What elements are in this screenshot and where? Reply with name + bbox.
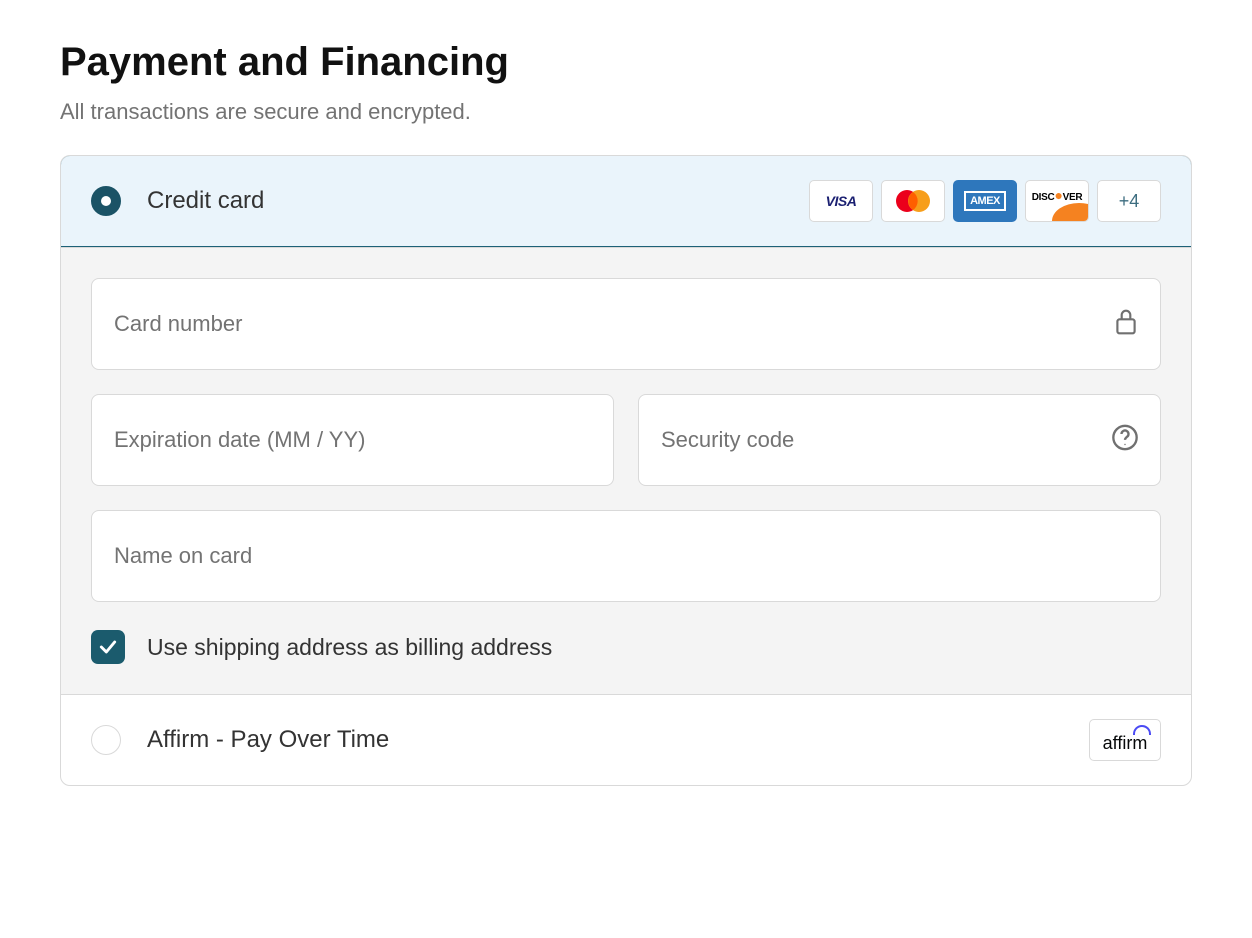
- security-code-field-wrapper: [638, 394, 1161, 486]
- billing-same-as-shipping[interactable]: Use shipping address as billing address: [91, 630, 1161, 664]
- card-number-field-wrapper: [91, 278, 1161, 370]
- radio-credit-card[interactable]: [91, 186, 121, 216]
- help-icon[interactable]: [1111, 424, 1139, 457]
- expiration-input[interactable]: [91, 394, 614, 486]
- card-number-input[interactable]: [91, 278, 1161, 370]
- card-logos: VISA AMEX DISC●VER +4: [809, 180, 1161, 222]
- name-field-wrapper: [91, 510, 1161, 602]
- expiration-field-wrapper: [91, 394, 614, 486]
- amex-icon: AMEX: [953, 180, 1017, 222]
- radio-affirm[interactable]: [91, 725, 121, 755]
- more-cards-badge[interactable]: +4: [1097, 180, 1161, 222]
- payment-panel: Credit card VISA AMEX DISC●VER +4: [60, 155, 1192, 786]
- option-affirm-label: Affirm - Pay Over Time: [147, 726, 1089, 754]
- mastercard-icon: [881, 180, 945, 222]
- checkbox-billing[interactable]: [91, 630, 125, 664]
- option-affirm[interactable]: Affirm - Pay Over Time affirm: [61, 695, 1191, 785]
- name-on-card-input[interactable]: [91, 510, 1161, 602]
- visa-icon: VISA: [809, 180, 873, 222]
- security-code-input[interactable]: [638, 394, 1161, 486]
- credit-card-form: Use shipping address as billing address: [61, 247, 1191, 694]
- checkbox-billing-label: Use shipping address as billing address: [147, 634, 552, 661]
- affirm-icon: affirm: [1089, 719, 1161, 761]
- option-credit-card-label: Credit card: [147, 187, 809, 215]
- page-title: Payment and Financing: [60, 40, 1192, 85]
- discover-icon: DISC●VER: [1025, 180, 1089, 222]
- lock-icon: [1113, 308, 1139, 341]
- page-subtitle: All transactions are secure and encrypte…: [60, 99, 1192, 125]
- option-credit-card[interactable]: Credit card VISA AMEX DISC●VER +4: [60, 155, 1192, 247]
